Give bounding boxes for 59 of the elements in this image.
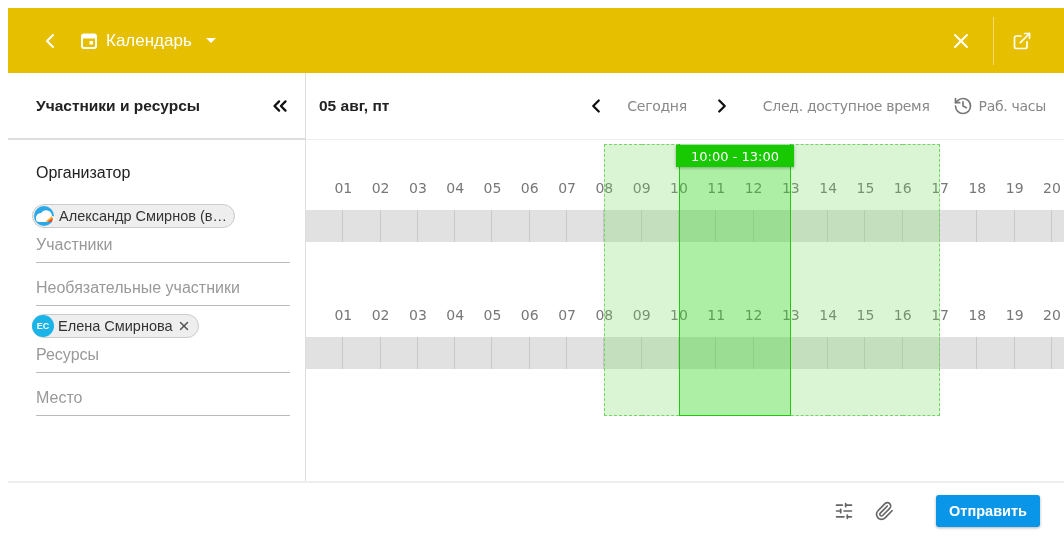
person-chip[interactable]: ЕС Елена Смирнова: [32, 314, 199, 338]
organizer-label: Организатор: [36, 164, 132, 182]
avatar-logo-icon: [33, 205, 55, 227]
hour-label: 18: [967, 307, 988, 323]
paperclip-icon: [874, 501, 895, 521]
hour-label: 04: [445, 307, 466, 323]
hour-label: 04: [445, 180, 466, 196]
hour-label: 05: [482, 180, 503, 196]
hour-label: 07: [557, 307, 577, 323]
hour-label: 15: [855, 180, 876, 196]
hour-label: 16: [892, 180, 913, 196]
hour-label: 20: [1042, 180, 1062, 196]
hour-label: 11: [706, 307, 727, 323]
hour-label: 07: [557, 180, 577, 196]
hour-label: 18: [967, 180, 988, 196]
hour-label: 03: [407, 180, 428, 196]
avatar-initials: ЕС: [32, 315, 54, 337]
caret-icon: [205, 38, 216, 43]
hour-label: 01: [333, 307, 354, 323]
hour-label: 09: [631, 180, 652, 196]
hour-label: 02: [370, 307, 391, 323]
hour-label: 17: [930, 180, 950, 196]
hour-label: 19: [1004, 307, 1025, 323]
today-button[interactable]: Сегодня: [627, 98, 687, 114]
attach-button[interactable]: [874, 501, 895, 521]
sliders-icon: [834, 501, 855, 521]
hour-label: 15: [855, 307, 876, 323]
hour-label: 08: [594, 180, 615, 196]
hour-label: 12: [743, 307, 764, 323]
external-link-button[interactable]: [1012, 30, 1032, 51]
hour-label: 06: [519, 180, 540, 196]
hour-label: 09: [631, 307, 652, 323]
hour-label: 14: [818, 307, 839, 323]
hour-label: 14: [818, 180, 839, 196]
hour-label: 03: [407, 307, 428, 323]
settings-button[interactable]: [834, 501, 855, 521]
hour-label: 12: [743, 180, 764, 196]
hour-label: 06: [519, 307, 540, 323]
external-link-icon: [1012, 30, 1032, 51]
person-chip[interactable]: Александр Смирнов (в…: [32, 204, 236, 228]
person-name: Александр Смирнов (в…: [59, 208, 228, 224]
sidebar-title: Участники и ресурсы: [36, 96, 201, 115]
hour-label: 19: [1004, 180, 1025, 196]
person-name: Елена Смирнова: [58, 318, 173, 334]
work-hours-button[interactable]: Раб. часы: [952, 96, 1046, 116]
selection-time-label: 10:00 - 13:00: [676, 145, 794, 167]
hour-label: 02: [370, 180, 391, 196]
hour-label: 20: [1042, 307, 1062, 323]
next-available-button[interactable]: След. доступное время: [762, 98, 930, 114]
clock-icon: [952, 96, 973, 116]
hour-label: 17: [930, 307, 950, 323]
date-label: 05 авг, пт: [319, 97, 390, 115]
send-button[interactable]: Отправить: [936, 495, 1040, 527]
hour-label: 16: [892, 307, 913, 323]
calendar-icon: [80, 31, 98, 50]
hour-label: 11: [706, 180, 727, 196]
hour-label: 01: [333, 180, 354, 196]
hour-label: 05: [482, 307, 503, 323]
hour-label: 08: [594, 307, 615, 323]
